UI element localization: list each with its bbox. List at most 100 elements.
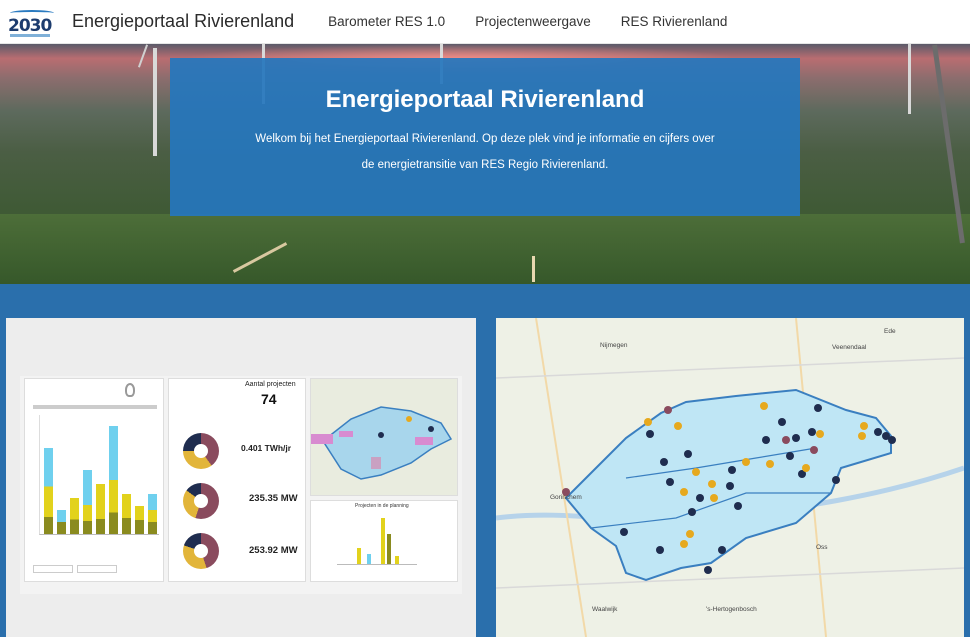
donut-chart-2 — [183, 483, 219, 519]
barometer-dashboard-card[interactable]: Aantal projecten 74 0.401 TWh/jr 235.35 … — [6, 318, 476, 637]
mini-map-panel — [310, 378, 458, 496]
chart-title-placeholder — [33, 405, 157, 409]
project-marker[interactable] — [858, 432, 866, 440]
nav-link-projectenweergave[interactable]: Projectenweergave — [475, 14, 591, 29]
project-marker[interactable] — [704, 566, 712, 574]
bar-1 — [44, 448, 53, 534]
project-marker[interactable] — [726, 482, 734, 490]
hero-line-1: Welkom bij het Energieportaal Rivierenla… — [255, 133, 715, 145]
top-navigation: 2030 Energieportaal Rivierenland Baromet… — [0, 0, 970, 44]
road-vertical — [532, 256, 535, 282]
hero-banner: Energieportaal Rivierenland Welkom bij h… — [0, 44, 970, 284]
project-marker[interactable] — [816, 430, 824, 438]
project-marker[interactable] — [710, 494, 718, 502]
value-1: 0.401 TWh/jr — [241, 443, 292, 453]
bar-7 — [122, 494, 131, 534]
project-marker[interactable] — [718, 546, 726, 554]
project-marker[interactable] — [696, 494, 704, 502]
kpi-panel: Aantal projecten 74 0.401 TWh/jr 235.35 … — [168, 378, 306, 582]
project-marker[interactable] — [680, 540, 688, 548]
projecten-map-card[interactable]: Nijmegen Veenendaal Ede Gorinchem Oss 's… — [496, 318, 964, 637]
field-background — [0, 214, 970, 284]
planning-bar — [395, 556, 399, 564]
planning-bar — [381, 518, 385, 564]
project-marker[interactable] — [686, 530, 694, 538]
map-label-veenendaal: Veenendaal — [832, 344, 867, 351]
project-marker[interactable] — [874, 428, 882, 436]
wind-turbine-icon — [153, 48, 157, 156]
wind-turbine-icon — [908, 44, 911, 114]
planning-bar — [367, 554, 371, 564]
project-marker[interactable] — [692, 468, 700, 476]
turbine-blade — [137, 44, 149, 68]
project-marker[interactable] — [810, 446, 818, 454]
bar-4 — [83, 470, 92, 534]
hero-intro-text: Welkom bij het Energieportaal Rivierenla… — [170, 126, 800, 178]
tab-placeholder — [77, 565, 117, 573]
bar-8 — [135, 506, 144, 534]
logo-underline — [10, 33, 50, 37]
planning-bar — [387, 534, 391, 564]
bar-area — [39, 415, 159, 535]
project-marker[interactable] — [778, 418, 786, 426]
bar-6 — [109, 426, 118, 534]
mini-map-svg — [311, 406, 453, 480]
nav-link-res-rivierenland[interactable]: RES Rivierenland — [621, 14, 728, 29]
project-marker[interactable] — [786, 452, 794, 460]
bar-chart-panel — [24, 378, 164, 582]
project-marker[interactable] — [766, 460, 774, 468]
project-marker[interactable] — [708, 480, 716, 488]
project-marker[interactable] — [562, 488, 570, 496]
project-marker[interactable] — [680, 488, 688, 496]
project-marker[interactable] — [660, 458, 668, 466]
project-marker[interactable] — [760, 402, 768, 410]
bar-3 — [70, 498, 79, 534]
project-marker[interactable] — [802, 464, 810, 472]
hero-line-2: de energietransitie van RES Regio Rivier… — [361, 159, 609, 171]
bar-5 — [96, 484, 105, 534]
map-label-den-bosch: 's-Hertogenbosch — [706, 606, 757, 613]
project-marker[interactable] — [644, 418, 652, 426]
donut-chart-3 — [183, 533, 219, 569]
donut-chart-1 — [183, 433, 219, 469]
project-marker[interactable] — [782, 436, 790, 444]
map-label-waalwijk: Waalwijk — [592, 606, 618, 613]
logo[interactable]: 2030 — [6, 4, 58, 40]
page: 2030 Energieportaal Rivierenland Baromet… — [0, 0, 970, 637]
tab-placeholder — [33, 565, 73, 573]
project-marker[interactable] — [860, 422, 868, 430]
hero-title: Energieportaal Rivierenland — [325, 86, 645, 113]
project-marker[interactable] — [688, 508, 696, 516]
logo-year: 2030 — [8, 15, 52, 36]
planning-bar — [357, 548, 361, 564]
project-marker[interactable] — [684, 450, 692, 458]
site-title[interactable]: Energieportaal Rivierenland — [72, 11, 294, 32]
project-marker[interactable] — [734, 502, 742, 510]
nav-link-barometer[interactable]: Barometer RES 1.0 — [328, 14, 445, 29]
planning-chart-panel: Projecten in de planning — [310, 500, 458, 582]
project-marker[interactable] — [674, 422, 682, 430]
project-marker[interactable] — [728, 466, 736, 474]
project-marker[interactable] — [646, 430, 654, 438]
project-marker[interactable] — [656, 546, 664, 554]
projects-label: Aantal projecten — [245, 381, 296, 388]
projects-map[interactable]: Nijmegen Veenendaal Ede Gorinchem Oss 's… — [496, 318, 964, 637]
map-svg — [496, 318, 964, 637]
project-marker[interactable] — [888, 436, 896, 444]
project-marker[interactable] — [808, 428, 816, 436]
project-marker[interactable] — [832, 476, 840, 484]
project-marker[interactable] — [792, 434, 800, 442]
projects-count: 74 — [261, 391, 277, 407]
planning-title: Projecten in de planning — [355, 503, 409, 509]
hand-icon — [125, 383, 135, 397]
project-marker[interactable] — [762, 436, 770, 444]
project-marker[interactable] — [814, 404, 822, 412]
project-marker[interactable] — [620, 528, 628, 536]
project-marker[interactable] — [664, 406, 672, 414]
project-marker[interactable] — [666, 478, 674, 486]
map-label-oss: Oss — [816, 544, 828, 551]
map-label-nijmegen: Nijmegen — [600, 342, 628, 349]
hero-intro-box: Energieportaal Rivierenland Welkom bij h… — [170, 58, 800, 216]
project-marker[interactable] — [742, 458, 750, 466]
dashboard-preview: Aantal projecten 74 0.401 TWh/jr 235.35 … — [20, 376, 462, 594]
